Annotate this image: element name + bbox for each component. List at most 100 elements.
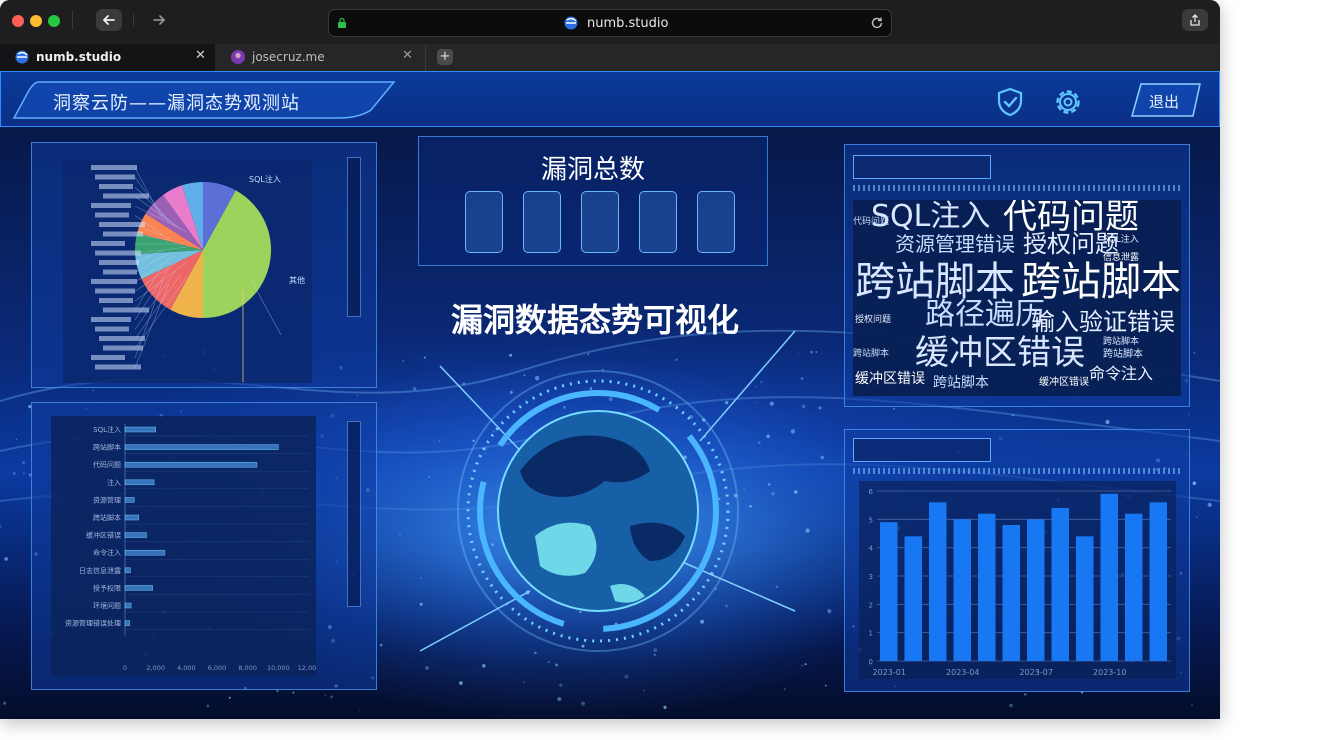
digit-box: [523, 191, 561, 253]
pie-chart-panel: SQL注入 其他: [31, 142, 377, 388]
pie-label-text: [91, 279, 137, 284]
plus-icon: +: [439, 49, 451, 64]
lock-icon: [338, 17, 346, 28]
vbar-bar: [1027, 519, 1045, 661]
hbar-bar: [124, 567, 131, 574]
tab-numb-studio[interactable]: numb.studio ✕: [0, 44, 215, 71]
hbar-bar: [124, 444, 279, 450]
hbar-bar: [124, 479, 155, 486]
hbar-category-label: 跨站脚本: [93, 513, 121, 522]
digit-box: [581, 191, 619, 253]
hbar-bar: [124, 620, 130, 626]
close-window-button[interactable]: [12, 15, 24, 27]
wordcloud-word: 代码问题: [853, 217, 890, 227]
wordcloud-word: 跨站脚本: [855, 259, 1015, 305]
wordcloud-word: 资源管理错误: [895, 232, 1015, 256]
vbar-bar: [978, 513, 996, 661]
particle-dot: [0, 525, 2, 528]
site-favicon-icon: [15, 50, 29, 64]
zoom-window-button[interactable]: [48, 15, 60, 27]
logout-button[interactable]: 退出: [1131, 83, 1201, 117]
vbar-xtick-label: 2023-10: [1093, 668, 1126, 677]
reload-icon[interactable]: [870, 16, 884, 30]
tab-label: numb.studio: [36, 50, 122, 64]
pie-label-sql: SQL注入: [249, 175, 281, 184]
hbar-xtick-label: 2,000: [146, 664, 165, 672]
particle-dot: [3, 701, 7, 705]
monthly-bar-chart: 0 1 2 3 4 5 6 2023-01 2023-04 2023-07 2023-10: [869, 488, 1171, 677]
dashboard: 洞察云防——漏洞态势观测站 退出 SQL注入 其他 SQL注入 跨站脚本 代码问…: [0, 71, 1220, 719]
wordcloud-word: 跨站脚本: [933, 375, 989, 391]
vbar-ytick-label: 1: [869, 630, 873, 638]
hbar-category-label: 资源管理错误处理: [65, 619, 121, 628]
pie-label-text: [99, 222, 145, 227]
wordcloud-word: 信息泄露: [1103, 253, 1140, 263]
hbar-bar: [124, 514, 140, 521]
digit-box: [697, 191, 735, 253]
hbar-bar: [124, 602, 132, 609]
particle-dot: [624, 674, 629, 679]
minimize-window-button[interactable]: [30, 15, 42, 27]
hbar-xtick-label: 4,000: [177, 664, 196, 672]
particle-dot: [1192, 481, 1197, 486]
forward-button[interactable]: [146, 9, 172, 31]
hbar-bar: [124, 497, 135, 503]
new-tab-button[interactable]: +: [437, 49, 453, 65]
vbar-ytick-label: 5: [869, 516, 873, 524]
wordcloud-word: 缓冲区错误: [855, 371, 925, 387]
particle-dot: [784, 688, 786, 690]
vbar-ytick-label: 2: [869, 601, 873, 609]
hbar-bar: [124, 426, 156, 433]
wordcloud-word: 代码问题: [1003, 200, 1139, 237]
pie-label-other: 其他: [289, 276, 305, 285]
avatar-favicon-icon: [231, 50, 245, 64]
hbar-xtick-label: 0: [123, 664, 127, 672]
particle-dot: [356, 394, 359, 397]
particle-dot: [21, 460, 26, 465]
particle-dot: [1105, 419, 1110, 425]
hbar-bar: [124, 461, 258, 468]
hbar-category-label: 注入: [107, 478, 121, 487]
tab-close-icon[interactable]: ✕: [195, 48, 206, 63]
share-button[interactable]: [1182, 9, 1208, 31]
shield-check-icon[interactable]: [994, 86, 1026, 118]
pie-panel-scroll-rail: [347, 157, 361, 317]
share-icon: [1190, 14, 1200, 26]
tab-label: josecruz.me: [252, 50, 325, 64]
hbar-category-label: 环境问题: [93, 601, 121, 610]
hbar-category-label: 代码问题: [93, 460, 121, 469]
back-button[interactable]: [96, 9, 122, 31]
pie-leader-line: [134, 282, 170, 368]
globe-graphic: [419, 330, 796, 652]
vbar-bar: [953, 519, 971, 661]
vbar-xtick-label: 2023-04: [946, 668, 979, 677]
particle-dot: [92, 389, 94, 392]
tab-close-icon[interactable]: ✕: [402, 48, 413, 63]
hbar-category-label: 命令注入: [93, 548, 121, 557]
vbar-bar: [1076, 536, 1094, 661]
particle-dot: [276, 689, 279, 693]
wordcloud-word: SQL注入: [1103, 235, 1139, 245]
vbar-bar: [880, 522, 898, 661]
hbar-bar: [124, 532, 147, 538]
pie-label-text: [99, 336, 145, 341]
particle-dot: [1023, 693, 1027, 696]
wordcloud-word: 跨站脚本: [1021, 259, 1181, 305]
browser-titlebar: numb.studio: [0, 0, 1220, 44]
hbar-xtick-label: 12,000: [298, 664, 316, 672]
logout-label: 退出: [1149, 93, 1180, 111]
wordcloud-word: 输入验证错误: [1031, 308, 1175, 336]
vbar-xtick-label: 2023-07: [1020, 668, 1053, 677]
particle-dot: [824, 684, 827, 687]
address-bar[interactable]: numb.studio: [328, 9, 892, 37]
gear-icon[interactable]: [1052, 86, 1084, 118]
particle-dot: [292, 691, 295, 694]
vbar-ytick-label: 3: [869, 573, 873, 581]
tab-josecruz-me[interactable]: josecruz.me ✕: [216, 44, 426, 71]
hbar-xtick-label: 6,000: [208, 664, 227, 672]
wordcloud-header-bar: [853, 155, 991, 179]
hbar-chart: SQL注入跨站脚本代码问题注入资源管理跨站脚本缓冲区错误命令注入日志信息泄露授予…: [65, 424, 316, 672]
hbar-panel-scroll-rail: [347, 421, 361, 607]
hbar-chart-panel: SQL注入 跨站脚本 代码问题 注入 资源管理 跨站脚本 缓冲区错误 命令注入 日志信息泄露 授予…: [31, 402, 377, 690]
pie-label-text: [103, 345, 143, 351]
